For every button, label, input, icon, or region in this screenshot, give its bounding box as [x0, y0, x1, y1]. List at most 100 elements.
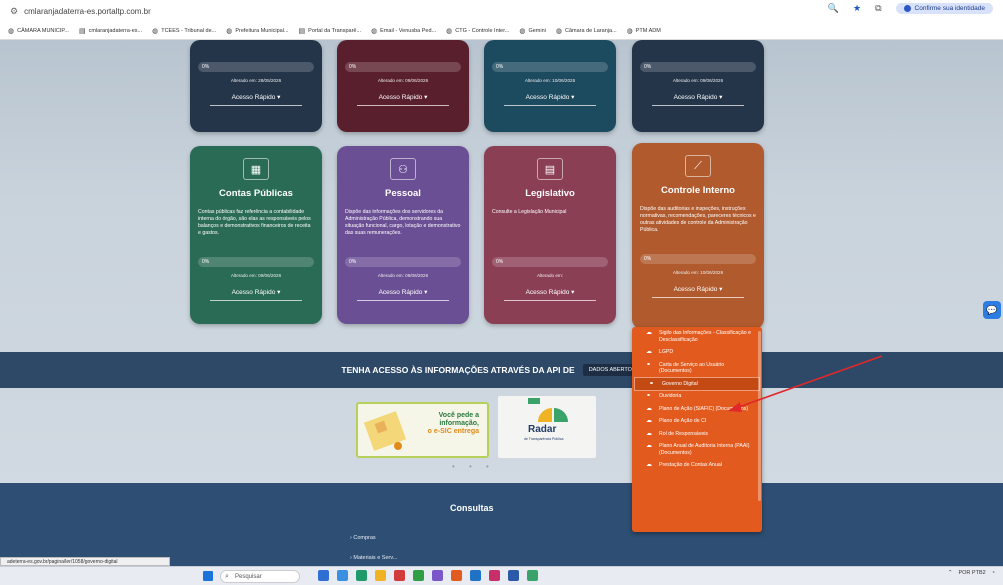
dropdown-item[interactable]: ☁ Sigilo das Informações - Classificação … [632, 327, 762, 346]
quick-access-label: Acesso Rápido [673, 286, 718, 293]
chart-icon: ⟋ [685, 155, 711, 177]
zoom-icon[interactable]: 🔍 [828, 3, 839, 14]
category-card-top: 0% Alterado em: 10/06/2026 Acesso Rápido ▾ [484, 40, 616, 132]
progress-bar: 0% [345, 257, 461, 267]
progress-bar: 0% [345, 62, 461, 72]
progress-label: 0% [496, 259, 504, 265]
taskbar-app-icon[interactable] [451, 570, 462, 581]
dropdown-item-label: Prestação de Contas Anual [659, 462, 722, 468]
quick-access-button[interactable]: Acesso Rápido ▾ [210, 288, 302, 301]
wifi-icon[interactable]: ◔ [992, 570, 995, 576]
bookmark-label: PTM ADM [635, 28, 661, 34]
api-band-text: TENHA ACESSO ÀS INFORMAÇÕES ATRAVÉS DA A… [341, 365, 575, 375]
dropdown-item[interactable]: ☁ Plano de Ação de CI [632, 415, 762, 428]
bookmark-item[interactable]: ▤ Portal da Transparê... [299, 27, 362, 35]
radar-banner[interactable]: Radar de Transparência Pública [498, 396, 596, 458]
bookmark-item[interactable]: ◍ Gemini [519, 27, 546, 35]
dropdown-item-label: Plano de Ação de CI [659, 418, 707, 424]
changed-date: Alterado em: [536, 273, 564, 278]
quick-access-button[interactable]: Acesso Rápido ▾ [210, 93, 302, 106]
bookmarks-bar: ◍ CÂMARA MUNICIP... ▤ cmlaranjadaterra-es..… [0, 22, 1003, 40]
category-card-controle-interno[interactable]: ⟋ Controle Interno Dispõe das auditorias e… [632, 143, 764, 329]
dropdown-scrollbar[interactable] [758, 331, 761, 501]
taskbar-app-icon[interactable] [508, 570, 519, 581]
browser-actions: 🔍 ★ ⧉ Confirme sua identidade [828, 3, 993, 14]
globe-icon: ◍ [555, 28, 562, 35]
extensions-icon[interactable]: ⧉ [875, 3, 881, 14]
cloud-icon: ☁ [646, 330, 652, 336]
cloud-icon: ☁ [646, 349, 652, 355]
bookmark-item[interactable]: ◍ CÂMARA MUNICIP... [8, 27, 69, 35]
chat-widget-icon[interactable]: 💬 [983, 301, 1001, 319]
radar-title: Radar [528, 424, 557, 435]
carousel-dots[interactable]: • • • [452, 462, 495, 471]
dropdown-item[interactable]: ☁ Plano de Ação (SIAFIC) (Documentos) [632, 403, 762, 416]
bookmark-item[interactable]: ◍ Prefeitura Municipal... [226, 27, 288, 35]
taskbar-app-icon[interactable] [489, 570, 500, 581]
taskbar-app-icon[interactable] [337, 570, 348, 581]
taskbar-app-icon[interactable] [470, 570, 481, 581]
quick-access-button[interactable]: Acesso Rápido ▾ [504, 288, 596, 301]
dropdown-item[interactable]: ⚭ Carta de Serviço ao Usuário (Documentos… [632, 359, 762, 378]
dropdown-item-label: Plano de Ação (SIAFIC) (Documentos) [659, 405, 749, 412]
category-card-legislativo[interactable]: ▤ Legislativo Consulte a Legislação Munici… [484, 146, 616, 324]
tray-arrow-icon[interactable]: ⌃ [948, 570, 953, 576]
quick-access-dropdown: ☁ Sigilo das Informações - Classificação … [632, 327, 762, 532]
footer-link-compras[interactable]: › Compras [350, 535, 376, 541]
dropdown-item[interactable]: ⚭ Governo Digital [634, 376, 760, 391]
bookmark-item[interactable]: ◍ PTM ADM [627, 27, 661, 35]
dropdown-item-label: Plano Anual de Auditoria Interna (PAAI) … [659, 443, 750, 456]
esic-banner[interactable]: Você pede a informação, o e-SIC entrega [356, 402, 489, 458]
dropdown-item-label: Carta de Serviço ao Usuário (Documentos) [659, 361, 725, 375]
document-icon: ▤ [298, 28, 306, 35]
bookmark-item[interactable]: ◍ Câmara de Laranja... [556, 27, 617, 35]
link-icon: ⚭ [649, 380, 655, 387]
globe-icon: ◍ [371, 28, 378, 35]
tray-lang[interactable]: POR PTB2 [958, 570, 985, 576]
taskbar-app-icon[interactable] [318, 570, 329, 581]
dropdown-item[interactable]: ⚭ Ouvidoria [632, 390, 762, 403]
bookmark-label: Câmara de Laranja... [564, 28, 617, 34]
footer-link-materiais[interactable]: › Materiais e Serv... [350, 555, 397, 561]
star-icon[interactable]: ★ [853, 3, 861, 14]
confirm-identity-button[interactable]: Confirme sua identidade [895, 3, 993, 14]
caret-down-icon: ▾ [719, 286, 723, 293]
taskbar-search[interactable]: ⌕ Pesquisar [220, 570, 300, 583]
dropdown-item[interactable]: ☁ Prestação de Contas Anual [632, 459, 762, 472]
dropdown-item[interactable]: ☁ Rol de Responsáveis [632, 428, 762, 441]
quick-access-button[interactable]: Acesso Rápido ▾ [357, 93, 449, 106]
windows-start-icon[interactable] [203, 571, 213, 581]
browser-chrome: ⚙ cmlaranjadaterra-es.portaltp.com.br 🔍 … [0, 0, 1003, 40]
quick-access-label: Acesso Rápido [231, 289, 276, 296]
taskbar-app-icon[interactable] [356, 570, 367, 581]
taskbar-app-icon[interactable] [375, 570, 386, 581]
taskbar-app-icon[interactable] [394, 570, 405, 581]
bookmark-item[interactable]: ◍ Email - Venusba Ped... [371, 27, 436, 35]
card-title: Controle Interno [661, 185, 735, 196]
dropdown-item[interactable]: ☁ Plano Anual de Auditoria Interna (PAAI)… [632, 440, 762, 459]
quick-access-button[interactable]: Acesso Rápido ▾ [652, 93, 744, 106]
url-text[interactable]: cmlaranjadaterra-es.portaltp.com.br [24, 7, 151, 16]
globe-icon: ◍ [152, 28, 159, 35]
dropdown-item-label: LGPD [659, 349, 674, 355]
taskbar-app-icon[interactable] [413, 570, 424, 581]
progress-label: 0% [202, 64, 210, 70]
bookmark-item[interactable]: ◍ CTG - Controle Inter... [446, 27, 509, 35]
taskbar-app-icon[interactable] [527, 570, 538, 581]
bookmark-item[interactable]: ▤ cmlaranjadaterra-es... [79, 27, 142, 35]
quick-access-button[interactable]: Acesso Rápido ▾ [357, 288, 449, 301]
category-card-pessoal[interactable]: ⚇ Pessoal Dispõe das informações dos servi… [337, 146, 469, 324]
category-card-top: 0% Alterado em: 09/06/2026 Acesso Rápido ▾ [337, 40, 469, 132]
quick-access-button[interactable]: Acesso Rápido ▾ [652, 285, 744, 298]
quick-access-label: Acesso Rápido [378, 94, 423, 101]
esic-banner-text: Você pede a informação, o e-SIC entrega [428, 412, 479, 436]
taskbar-app-icon[interactable] [432, 570, 443, 581]
esic-line3: o e-SIC entrega [427, 428, 479, 435]
site-info-icon[interactable]: ⚙ [10, 6, 18, 17]
quick-access-button[interactable]: Acesso Rápido ▾ [504, 93, 596, 106]
bookmark-item[interactable]: ◍ TCEES - Tribunal de... [152, 27, 216, 35]
card-description: Dispõe das informações dos servidores da… [345, 209, 461, 236]
category-card-contas-publicas[interactable]: ▦ Contas Públicas Contas públicas faz refe… [190, 146, 322, 324]
dropdown-item[interactable]: ☁ LGPD [632, 346, 762, 359]
card-description: Contas públicas faz referência a contabi… [198, 209, 311, 236]
